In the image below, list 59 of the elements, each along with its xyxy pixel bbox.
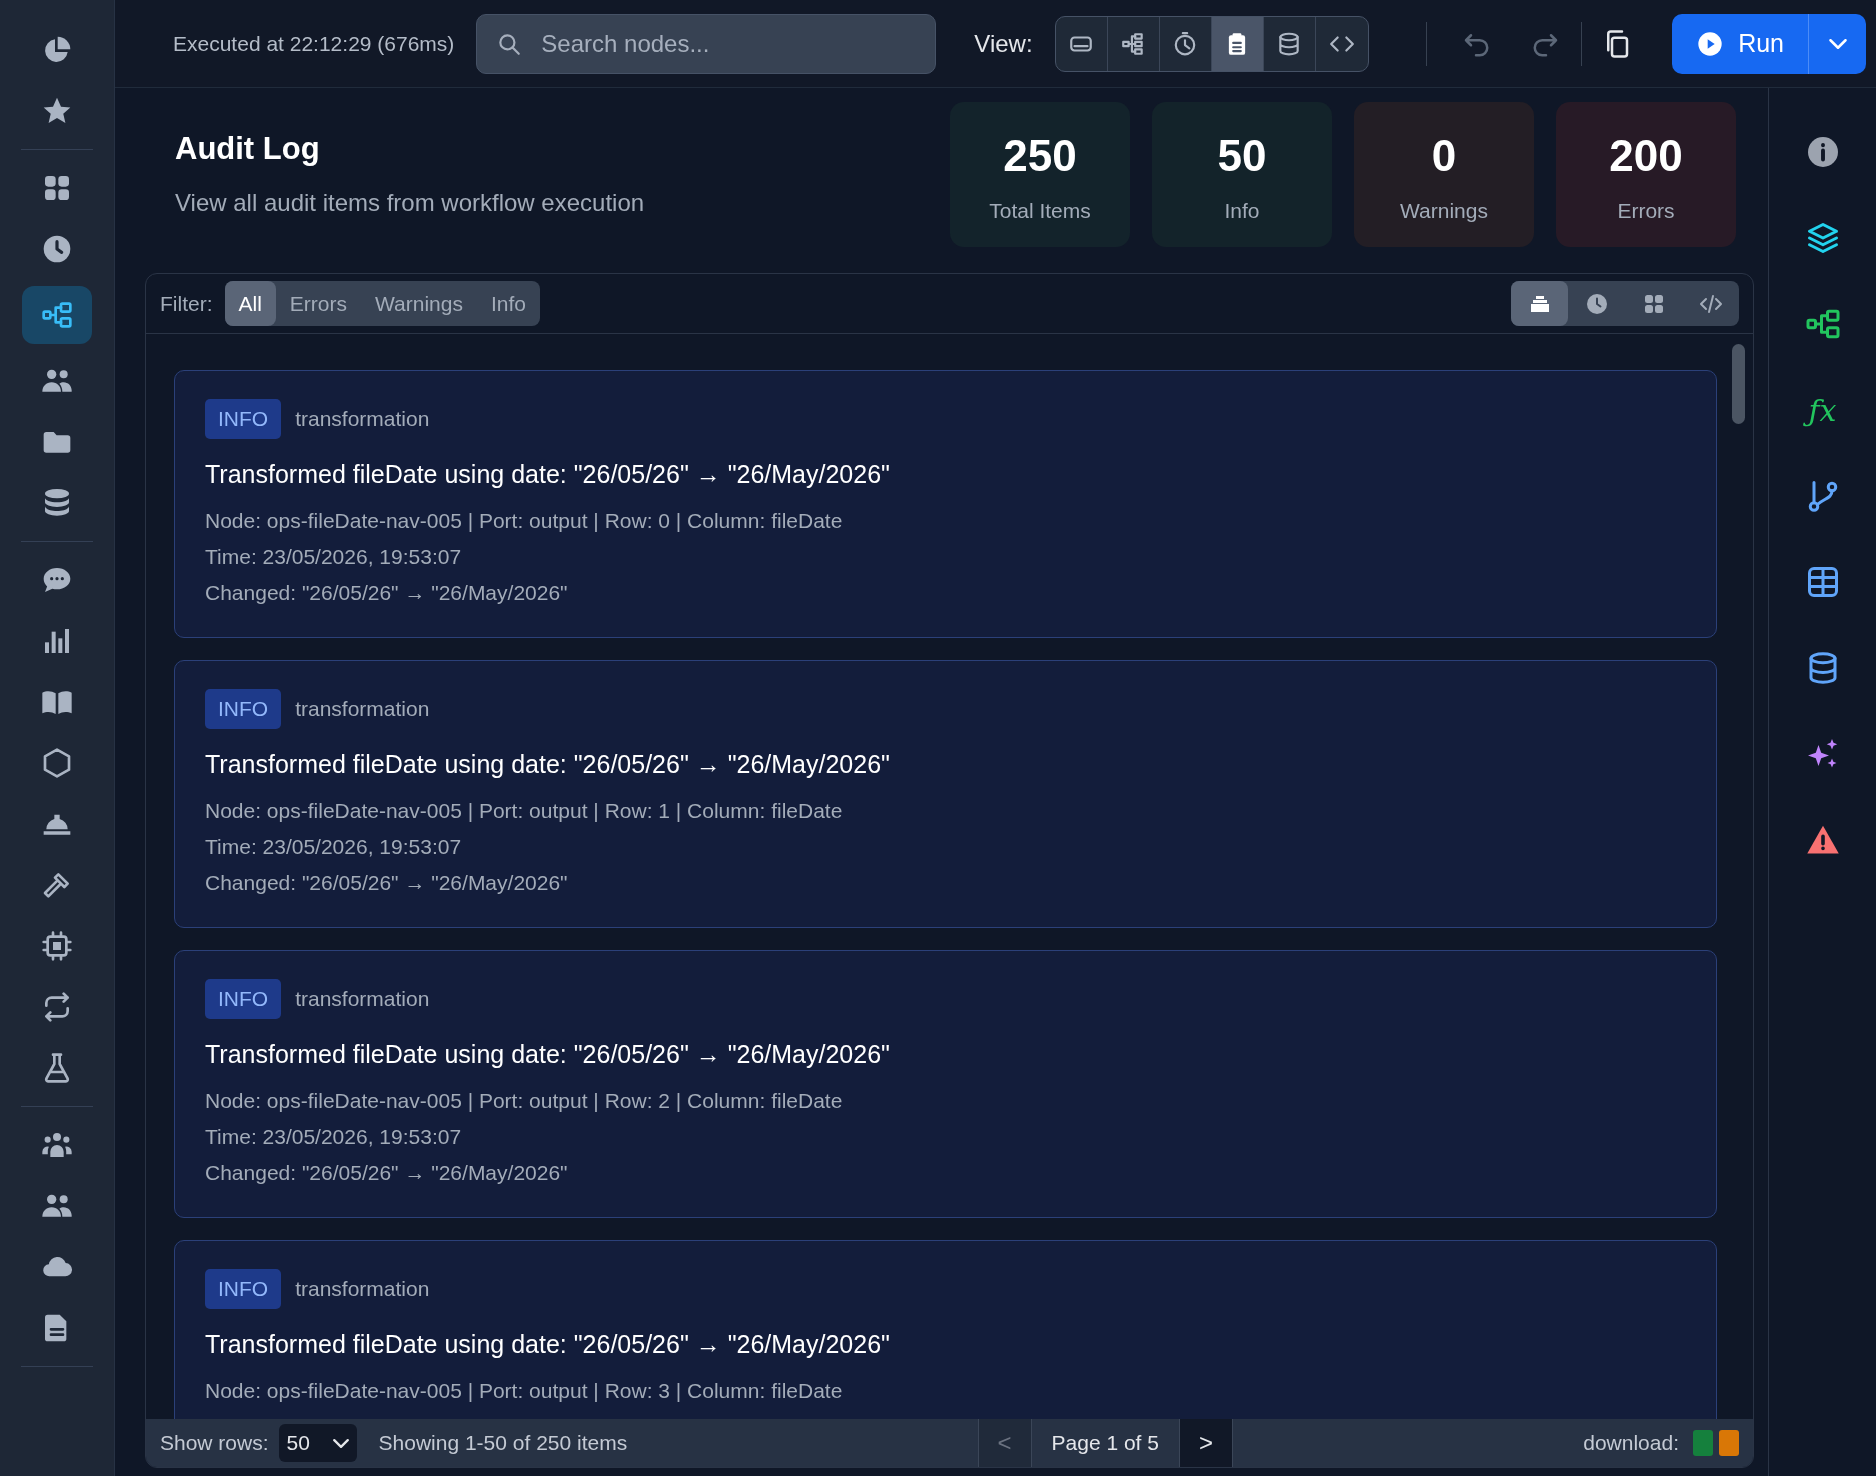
filter-tab[interactable]: Warnings	[361, 281, 477, 326]
filter-tab[interactable]: Errors	[275, 281, 361, 326]
next-page-button[interactable]: >	[1178, 1419, 1233, 1467]
stat-value: 0	[1431, 129, 1457, 182]
page-title: Audit Log	[174, 130, 321, 168]
page-subtitle: View all audit items from workflow execution	[174, 188, 645, 219]
function-button[interactable]: ƒx	[1798, 386, 1847, 434]
stat-value: 50	[1217, 129, 1267, 182]
category-label: transformation	[295, 1276, 430, 1302]
entry-title: Transformed fileDate using date: "26/05/26" → "26/May/2026"	[205, 458, 891, 490]
entry-detail: Time: 23/05/2026, 19:53:07	[205, 1124, 463, 1150]
entry-title: Transformed fileDate using date: "26/05/26" → "26/May/2026"	[205, 748, 891, 780]
stat-value: 250	[1003, 129, 1077, 182]
entry-detail: Time: 23/05/2026, 19:53:07	[205, 834, 463, 860]
filter-label: Filter:	[160, 290, 213, 317]
filter-tab[interactable]: Info	[476, 281, 540, 326]
category-label: transformation	[295, 986, 430, 1012]
search-field[interactable]: Search nodes...	[476, 13, 937, 74]
layout-toggle[interactable]	[1511, 281, 1568, 326]
caret-icon	[1828, 38, 1847, 49]
stat-label: Errors	[1617, 197, 1675, 224]
entry-detail: Time: 23/05/2026, 19:53:07	[205, 544, 463, 570]
level-badge: INFO	[205, 399, 282, 439]
showing-count: Showing 1-50 of 250 items	[378, 1430, 628, 1457]
sitemap-icon	[41, 299, 73, 331]
sidebar-item[interactable]	[22, 286, 92, 344]
clock-icon	[41, 233, 73, 265]
entry-detail: Node: ops-fileDate-nav-005 | Port: output | Row: 2 | Column: fileDate	[205, 1088, 844, 1114]
caret-icon	[332, 1438, 349, 1448]
stat-label: Info	[1224, 197, 1260, 224]
rows-label: Show rows:	[160, 1430, 269, 1457]
level-badge: INFO	[205, 979, 282, 1019]
category-label: transformation	[295, 406, 430, 432]
view-label: View:	[974, 28, 1033, 59]
download-label: download:	[1583, 1430, 1679, 1457]
chip-icon	[41, 930, 73, 962]
stat-label: Total Items	[989, 197, 1091, 224]
view-toggle[interactable]	[1211, 16, 1264, 71]
hexagon-icon	[41, 747, 73, 779]
entry-detail: Changed: "26/05/26" → "26/May/2026"	[205, 1160, 569, 1186]
play-icon	[1696, 29, 1725, 58]
stat-value: 200	[1609, 129, 1683, 182]
category-label: transformation	[295, 696, 430, 722]
entry-detail: Node: ops-fileDate-nav-005 | Port: output | Row: 3 | Column: fileDate	[205, 1378, 844, 1404]
filter-tab[interactable]: All	[224, 281, 276, 326]
scrollbar[interactable]	[1732, 344, 1745, 424]
entry-title: Transformed fileDate using date: "26/05/26" → "26/May/2026"	[205, 1328, 891, 1360]
page-indicator: Page 1 of 5	[1050, 1430, 1160, 1457]
level-badge: INFO	[205, 689, 282, 729]
stat-label: Warnings	[1400, 197, 1488, 224]
entry-detail: Node: ops-fileDate-nav-005 | Port: output | Row: 1 | Column: fileDate	[205, 798, 844, 824]
entry-detail: Changed: "26/05/26" → "26/May/2026"	[205, 580, 569, 606]
execution-time: Executed at 22:12:29 (676ms)	[173, 30, 455, 57]
level-badge: INFO	[205, 1269, 282, 1309]
entry-title: Transformed fileDate using date: "26/05/26" → "26/May/2026"	[205, 1038, 891, 1070]
clock-icon	[1584, 291, 1609, 316]
entry-detail: Changed: "26/05/26" → "26/May/2026"	[205, 870, 569, 896]
rows-select[interactable]: 50	[278, 1424, 357, 1462]
entry-detail: Node: ops-fileDate-nav-005 | Port: output | Row: 0 | Column: fileDate	[205, 508, 844, 534]
